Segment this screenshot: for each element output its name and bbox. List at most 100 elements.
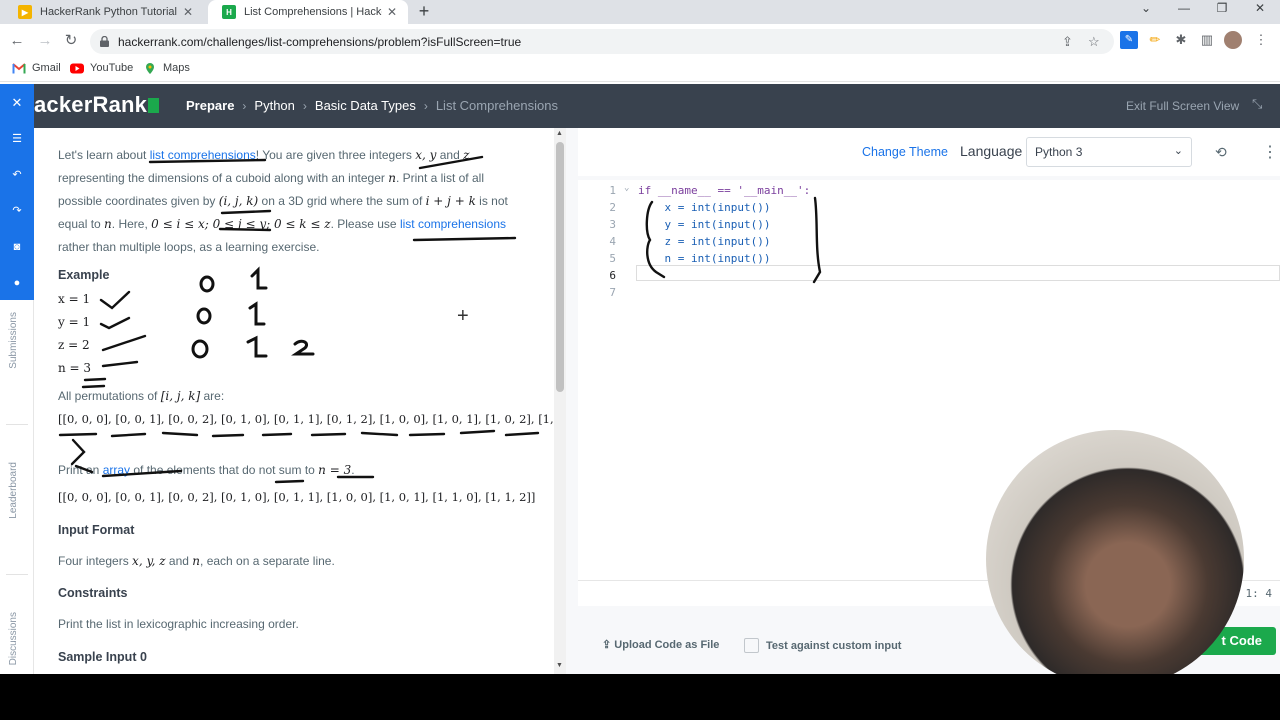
hackerrank-header: ackerRank Prepare › Python › Basic Data … — [0, 84, 1280, 128]
undo-icon[interactable]: ↶ — [8, 166, 26, 184]
close-icon[interactable]: ✕ — [8, 94, 26, 112]
input-format-heading: Input Format — [58, 523, 135, 537]
intro-line-5: rather than multiple loops, as a learnin… — [58, 240, 320, 254]
language-value: Python 3 — [1035, 145, 1083, 159]
extensions-puzzle-icon[interactable]: ✱ — [1172, 31, 1190, 49]
problem-scrollbar[interactable]: ▲ ▼ — [554, 128, 566, 674]
problem-panel: Let's learn about list comprehensions! Y… — [34, 128, 587, 674]
code-line: z = int(input()) — [638, 235, 771, 248]
problem-statement: Let's learn about list comprehensions! Y… — [34, 128, 587, 674]
collapse-icon[interactable]: ⤡ — [1252, 96, 1262, 112]
reload-icon[interactable]: ↻ — [62, 32, 80, 50]
url-text: hackerrank.com/challenges/list-comprehen… — [118, 34, 522, 49]
share-icon[interactable]: ⇪ — [1062, 34, 1073, 50]
example-heading: Example — [58, 268, 110, 282]
scroll-up-icon[interactable]: ▲ — [556, 130, 563, 137]
restore-icon[interactable]: ❐ — [1204, 0, 1240, 20]
example-n: n = 3 — [58, 361, 92, 375]
array-link[interactable]: array — [103, 463, 130, 477]
rail-leaderboard[interactable]: Leaderboard — [8, 462, 26, 519]
close-tab-icon[interactable]: ✕ — [382, 5, 402, 19]
intro-line-1: Let's learn about list comprehensions! Y… — [58, 148, 470, 162]
hackerrank-logo[interactable]: ackerRank — [34, 92, 160, 118]
editor-toolbar: Change Theme Language Python 3 ⌄ ⟲ ⋮ — [578, 128, 1280, 176]
extension-icon[interactable]: ✎ — [1120, 31, 1138, 49]
youtube-studio-icon: ▶ — [18, 5, 32, 19]
crosshair-cursor-icon: + — [457, 305, 469, 327]
history-icon[interactable]: ⟲ — [1215, 144, 1227, 161]
line-number: 1 — [609, 184, 616, 197]
language-label: Language — [960, 143, 1023, 159]
browser-tab-strip: ▶ HackerRank Python Tutorial - Py ✕ H Li… — [0, 0, 1280, 24]
chevron-right-icon: › — [423, 98, 428, 113]
line-number: 3 — [609, 218, 616, 231]
breadcrumb: Prepare › Python › Basic Data Types › Li… — [186, 98, 558, 113]
line-number: 7 — [609, 286, 616, 299]
cursor-position: 1: 4 — [1245, 587, 1273, 600]
tab-title: List Comprehensions | HackerRa — [244, 6, 382, 18]
change-theme-link[interactable]: Change Theme — [862, 145, 948, 159]
brand-text: ackerRank — [34, 92, 148, 117]
test-custom-input-toggle[interactable]: Test against custom input — [744, 638, 901, 653]
bookmark-youtube[interactable]: YouTube — [70, 62, 133, 74]
rail-submissions[interactable]: Submissions — [8, 312, 26, 369]
browser-tab-youtube-studio[interactable]: ▶ HackerRank Python Tutorial - Py ✕ — [4, 0, 204, 24]
more-options-icon[interactable]: ⋮ — [1262, 142, 1278, 162]
left-rail: ✕ ☰ ↶ ↷ ◙ ● Submissions Leaderboard Disc… — [0, 84, 34, 674]
exit-fullscreen-link[interactable]: Exit Full Screen View — [1126, 99, 1239, 113]
chrome-menu-icon[interactable]: ⋮ — [1252, 31, 1270, 49]
breadcrumb-basic-data-types[interactable]: Basic Data Types — [315, 98, 416, 113]
bookmark-star-icon[interactable]: ☆ — [1088, 34, 1100, 50]
list-comprehensions-link[interactable]: list comprehensions — [150, 148, 256, 162]
bookmark-maps[interactable]: Maps — [143, 62, 190, 74]
scrollbar-thumb[interactable] — [556, 142, 564, 392]
language-select[interactable]: Python 3 ⌄ — [1026, 137, 1192, 167]
line-number: 4 — [609, 235, 616, 248]
current-line-highlight — [636, 265, 1280, 281]
back-icon[interactable]: ← — [8, 32, 26, 50]
browser-toolbar: ← → ↻ hackerrank.com/challenges/list-com… — [0, 24, 1280, 58]
gmail-icon — [12, 62, 26, 73]
pen-extension-icon[interactable]: ✏ — [1146, 31, 1164, 49]
list-comprehensions-link-2[interactable]: list comprehensions — [400, 217, 506, 231]
tab-title: HackerRank Python Tutorial - Py — [40, 6, 178, 18]
breadcrumb-prepare[interactable]: Prepare — [186, 98, 234, 113]
code-line: x = int(input()) — [638, 201, 771, 214]
checkbox[interactable] — [744, 638, 759, 653]
minimize-icon[interactable]: — — [1166, 0, 1202, 20]
new-tab-button[interactable]: + — [414, 0, 434, 24]
settings-sliders-icon[interactable]: ☰ — [8, 130, 26, 148]
tab-search-icon[interactable]: ⌄ — [1128, 0, 1164, 20]
upload-icon: ⇪ — [602, 639, 615, 651]
result-list: [[0, 0, 0], [0, 0, 1], [0, 0, 2], [0, 1,… — [58, 490, 536, 504]
fold-chevron-icon[interactable]: ⌄ — [624, 183, 629, 193]
sample-input-heading: Sample Input 0 — [58, 650, 147, 664]
breadcrumb-python[interactable]: Python — [254, 98, 294, 113]
chevron-right-icon: › — [302, 98, 307, 113]
line-number: 6 — [609, 269, 616, 282]
line-number: 5 — [609, 252, 616, 265]
bookmark-gmail[interactable]: Gmail — [12, 62, 61, 74]
permutations-label: All permutations of [i, j, k] are: — [58, 389, 225, 403]
address-bar[interactable]: hackerrank.com/challenges/list-comprehen… — [90, 29, 1114, 54]
close-window-icon[interactable]: ✕ — [1242, 0, 1278, 20]
redo-icon[interactable]: ↷ — [8, 202, 26, 220]
scroll-down-icon[interactable]: ▼ — [556, 662, 563, 669]
browser-tab-hackerrank[interactable]: H List Comprehensions | HackerRa ✕ — [208, 0, 408, 24]
camera-icon[interactable]: ◙ — [8, 238, 26, 256]
bookmarks-bar: Gmail YouTube Maps — [0, 58, 1280, 82]
side-panel-icon[interactable]: ▥ — [1198, 31, 1216, 49]
forward-icon[interactable]: → — [36, 32, 54, 50]
example-y: y = 1 — [58, 315, 91, 329]
record-icon[interactable]: ● — [8, 274, 26, 292]
rail-discussions[interactable]: Discussions — [8, 612, 26, 665]
maps-icon — [146, 62, 154, 74]
upload-label: Upload Code as File — [614, 639, 720, 651]
webcam-overlay — [986, 430, 1244, 688]
constraints-text: Print the list in lexicographic increasi… — [58, 617, 299, 631]
intro-line-4: equal to n. Here, 0 ≤ i ≤ x; 0 ≤ j ≤ y; … — [58, 217, 506, 231]
code-line: if __name__ == '__main__': — [638, 184, 811, 197]
close-tab-icon[interactable]: ✕ — [178, 5, 198, 19]
profile-avatar[interactable] — [1224, 31, 1242, 49]
upload-code-button[interactable]: ⇪ Upload Code as File — [602, 638, 719, 651]
